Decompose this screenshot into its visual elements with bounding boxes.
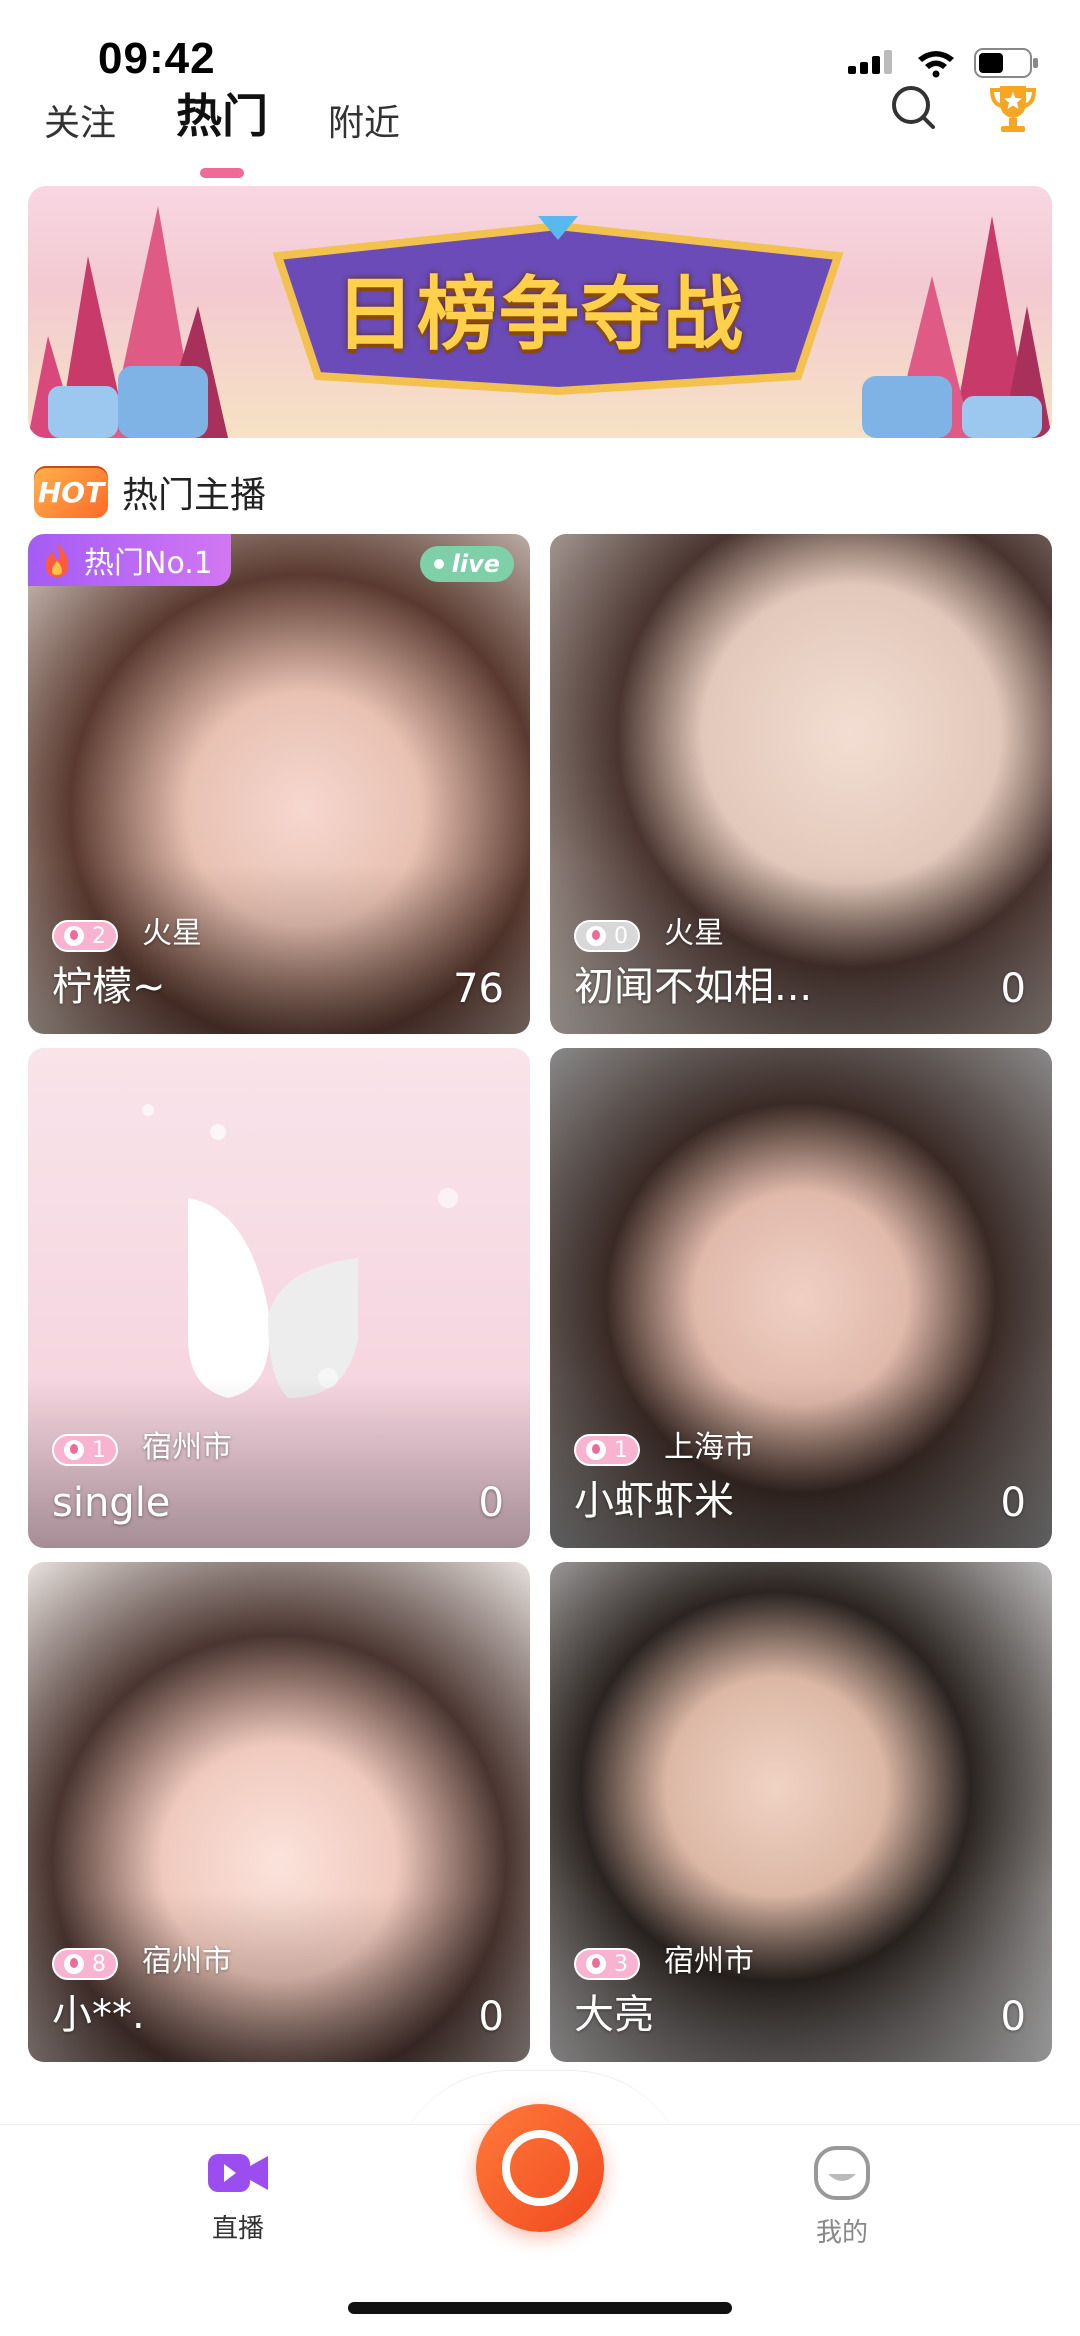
section-title: 热门主播 <box>122 475 267 516</box>
card-name: 初闻不如相... <box>574 964 813 1010</box>
event-banner[interactable]: 日榜争夺战 <box>28 186 1052 438</box>
hot-badge: HOT <box>34 466 108 518</box>
tab-hot[interactable]: 热门 <box>176 80 269 178</box>
wifi-icon <box>918 51 954 78</box>
card-location: 宿州市 <box>664 1944 754 1979</box>
battery-icon <box>974 48 1038 78</box>
level-badge: 3 <box>574 1948 640 1980</box>
search-icon[interactable] <box>890 84 936 130</box>
streamer-card[interactable]: 1 上海市 小虾虾米 0 <box>550 1048 1052 1548</box>
signal-icon <box>848 50 892 74</box>
card-location: 上海市 <box>664 1430 754 1465</box>
level-value: 2 <box>92 923 106 949</box>
card-location: 宿州市 <box>142 1430 232 1465</box>
level-value: 0 <box>614 923 628 949</box>
level-value: 1 <box>614 1437 628 1463</box>
level-icon <box>64 1954 84 1974</box>
trophy-icon[interactable] <box>986 80 1040 134</box>
status-icons <box>848 46 1040 80</box>
streamer-card[interactable]: 0 火星 初闻不如相... 0 <box>550 534 1052 1034</box>
card-location: 火星 <box>142 916 202 951</box>
card-location: 火星 <box>664 916 724 951</box>
nav-live-label: 直播 <box>211 2214 264 2244</box>
rank-badge: 热门No.1 <box>28 534 231 586</box>
card-viewer-count: 0 <box>478 1480 504 1526</box>
card-viewer-count: 0 <box>478 1994 504 2040</box>
level-badge: 1 <box>574 1434 640 1466</box>
top-icons <box>890 80 1040 134</box>
home-indicator <box>348 2302 732 2314</box>
level-value: 3 <box>614 1951 628 1977</box>
streamer-card[interactable]: 热门No.1 live 2 火星 柠檬~ 76 <box>28 534 530 1034</box>
level-badge: 1 <box>52 1434 118 1466</box>
live-badge-label: live <box>451 550 500 578</box>
card-viewer-count: 76 <box>453 966 504 1012</box>
level-badge: 0 <box>574 920 640 952</box>
section-header: HOT 热门主播 <box>34 466 266 518</box>
level-icon <box>64 926 84 946</box>
status-time: 09:42 <box>98 34 216 83</box>
level-value: 8 <box>92 1951 106 1977</box>
level-icon <box>64 1440 84 1460</box>
level-value: 1 <box>92 1437 106 1463</box>
profile-icon <box>814 2146 870 2200</box>
live-badge: live <box>419 546 514 582</box>
level-icon <box>586 1954 606 1974</box>
tab-follow[interactable]: 关注 <box>44 94 116 152</box>
level-icon <box>586 926 606 946</box>
card-viewer-count: 0 <box>1000 1994 1026 2040</box>
video-camera-icon <box>208 2154 268 2192</box>
top-tabs: 关注 热门 附近 <box>44 80 460 178</box>
level-badge: 8 <box>52 1948 118 1980</box>
record-button[interactable] <box>476 2104 604 2232</box>
card-name: 柠檬~ <box>52 964 166 1010</box>
streamer-card[interactable]: 8 宿州市 小**. 0 <box>28 1562 530 2062</box>
nav-mine[interactable]: 我的 <box>800 2144 884 2249</box>
card-name: single <box>52 1480 171 1526</box>
card-name: 小虾虾米 <box>574 1478 734 1524</box>
streamer-card[interactable]: 1 宿州市 single 0 <box>28 1048 530 1548</box>
tab-indicator <box>200 168 245 178</box>
card-name: 小**. <box>52 1992 145 2038</box>
banner-title: 日榜争夺战 <box>335 268 745 361</box>
record-icon <box>502 2130 578 2206</box>
card-location: 宿州市 <box>142 1944 232 1979</box>
streamer-card[interactable]: 3 宿州市 大亮 0 <box>550 1562 1052 2062</box>
nav-mine-label: 我的 <box>815 2218 868 2248</box>
rank-badge-label: 热门No.1 <box>84 546 213 581</box>
fire-icon <box>46 543 68 577</box>
level-icon <box>586 1440 606 1460</box>
level-badge: 2 <box>52 920 118 952</box>
nav-live[interactable]: 直播 <box>196 2148 280 2245</box>
card-viewer-count: 0 <box>1000 966 1026 1012</box>
tab-hot-label: 热门 <box>176 89 269 143</box>
card-viewer-count: 0 <box>1000 1480 1026 1526</box>
card-name: 大亮 <box>574 1992 654 2038</box>
tab-nearby[interactable]: 附近 <box>328 94 400 152</box>
live-dot-icon <box>433 559 444 569</box>
